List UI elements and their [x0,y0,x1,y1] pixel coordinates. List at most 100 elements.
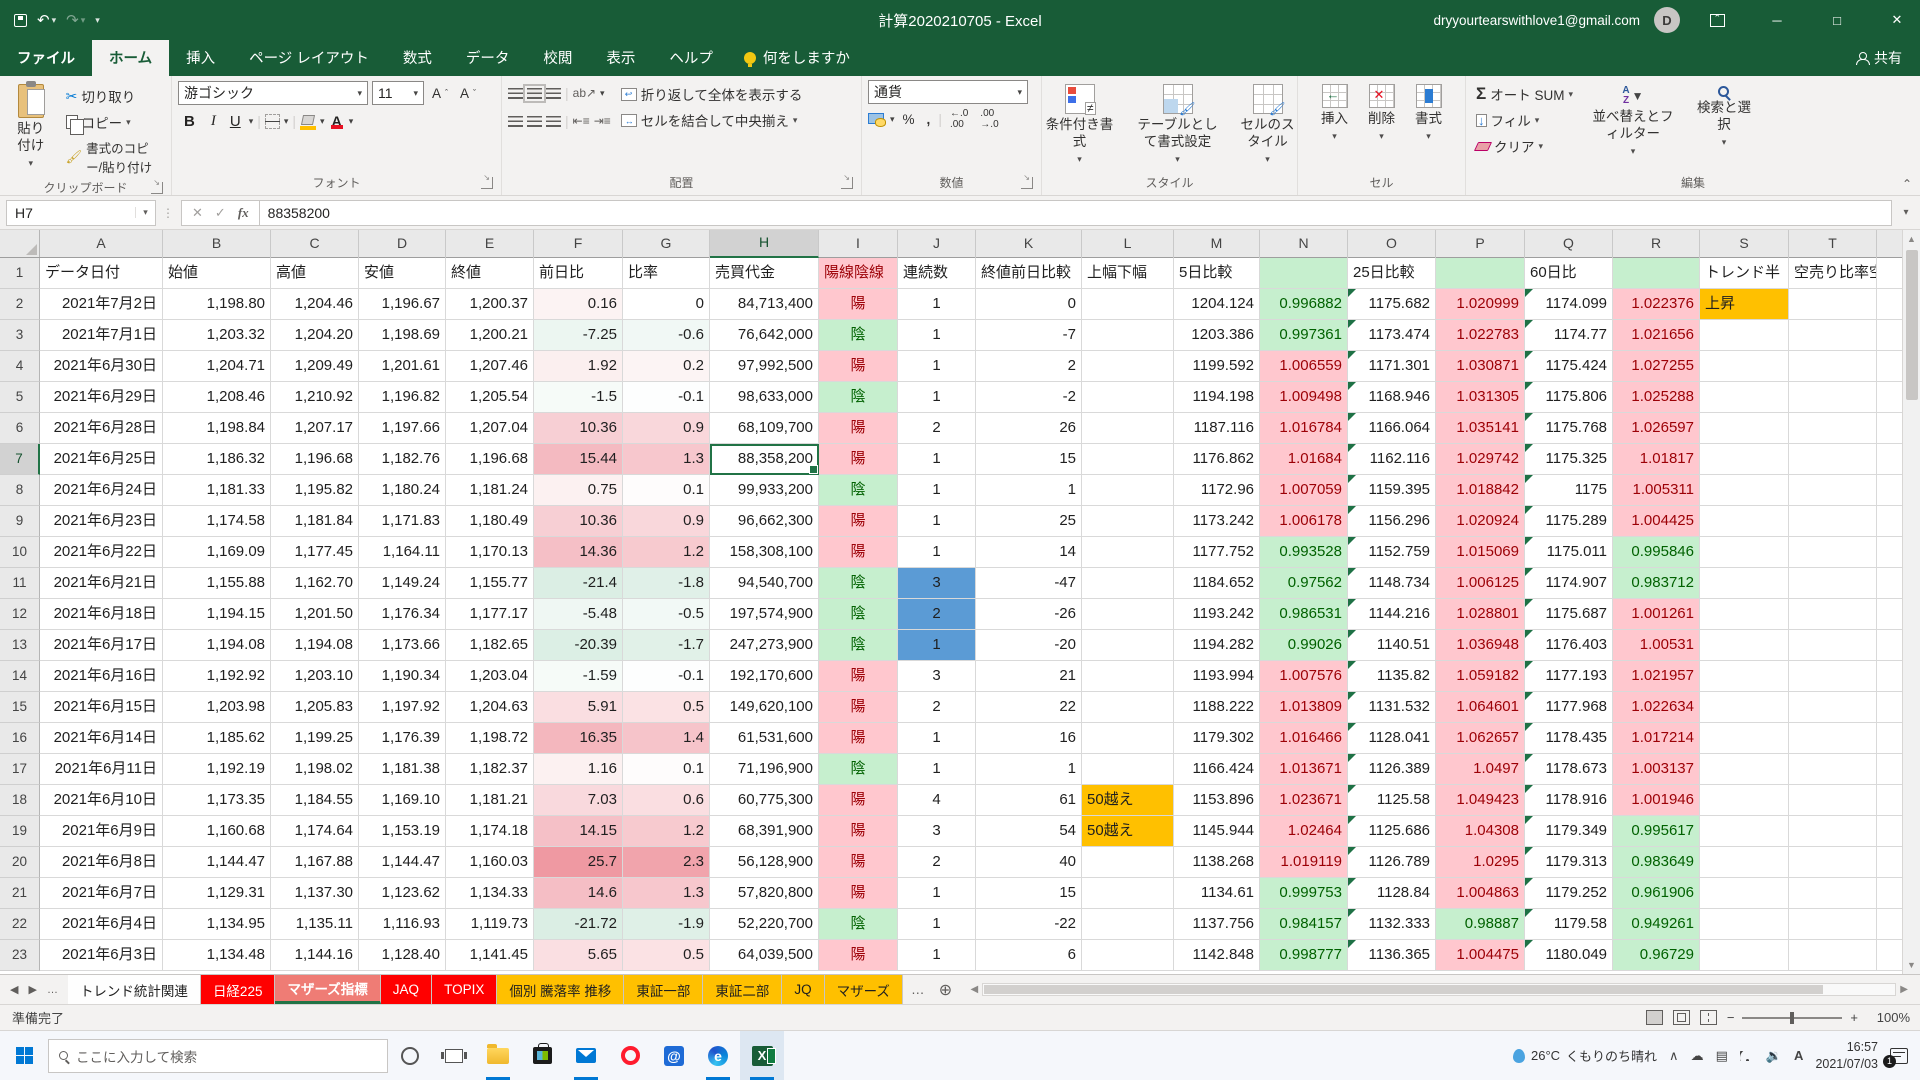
cell-P12[interactable]: 1.028801 [1436,599,1525,630]
cell-C21[interactable]: 1,137.30 [271,878,359,909]
cell-I11[interactable]: 陰 [819,568,898,599]
cell-E6[interactable]: 1,207.04 [446,413,534,444]
device-icon[interactable]: ▤ [1716,1048,1728,1064]
cell-N1[interactable] [1260,258,1348,289]
start-button[interactable] [0,1031,48,1080]
cell-R4[interactable]: 1.027255 [1613,351,1700,382]
percent-button[interactable]: % [899,110,919,129]
cell-I14[interactable]: 陽 [819,661,898,692]
cell-T2[interactable] [1789,289,1877,320]
cell-P19[interactable]: 1.04308 [1436,816,1525,847]
cell-S1[interactable]: トレンド半 [1700,258,1789,289]
cell-J9[interactable]: 1 [898,506,976,537]
cell-A14[interactable]: 2021年6月16日 [40,661,163,692]
cell-M21[interactable]: 1134.61 [1174,878,1260,909]
cell-N20[interactable]: 1.019119 [1260,847,1348,878]
cell-E12[interactable]: 1,177.17 [446,599,534,630]
cell-K22[interactable]: -22 [976,909,1082,940]
cell-H20[interactable]: 56,128,900 [710,847,819,878]
cell-Q5[interactable]: 1175.806 [1525,382,1613,413]
cell-T20[interactable] [1789,847,1877,878]
cell-M16[interactable]: 1179.302 [1174,723,1260,754]
cell-C10[interactable]: 1,177.45 [271,537,359,568]
row-number-12[interactable]: 12 [0,599,40,630]
cell-I8[interactable]: 陰 [819,475,898,506]
select-all-corner[interactable] [0,230,40,257]
cell-M17[interactable]: 1166.424 [1174,754,1260,785]
cell-G7[interactable]: 1.3 [623,444,710,475]
cell-P22[interactable]: 0.98887 [1436,909,1525,940]
cell-J7[interactable]: 1 [898,444,976,475]
cell-S16[interactable] [1700,723,1789,754]
cell-B17[interactable]: 1,192.19 [163,754,271,785]
cell-E11[interactable]: 1,155.77 [446,568,534,599]
cell-H3[interactable]: 76,642,000 [710,320,819,351]
cell-P15[interactable]: 1.064601 [1436,692,1525,723]
cell-R21[interactable]: 0.961906 [1613,878,1700,909]
sheet-tab-TOPIX[interactable]: TOPIX [432,975,497,1004]
undo-button[interactable]: ↶▾ [37,11,56,29]
cell-E16[interactable]: 1,198.72 [446,723,534,754]
ribbon-display-options-button[interactable] [1694,0,1740,40]
cell-D17[interactable]: 1,181.38 [359,754,446,785]
cell-N17[interactable]: 1.013671 [1260,754,1348,785]
cell-Q18[interactable]: 1178.916 [1525,785,1613,816]
cell-I7[interactable]: 陽 [819,444,898,475]
cell-C1[interactable]: 高値 [271,258,359,289]
cell-J23[interactable]: 1 [898,940,976,971]
cell-L1[interactable]: 上幅下幅 [1082,258,1174,289]
cell-F14[interactable]: -1.59 [534,661,623,692]
cell-Q14[interactable]: 1177.193 [1525,661,1613,692]
cell-A12[interactable]: 2021年6月18日 [40,599,163,630]
cell-Q23[interactable]: 1180.049 [1525,940,1613,971]
column-header-B[interactable]: B [163,230,271,258]
number-format-select[interactable]: 通貨▾ [868,80,1028,104]
cell-D13[interactable]: 1,173.66 [359,630,446,661]
cell-N23[interactable]: 0.998777 [1260,940,1348,971]
cell-Q21[interactable]: 1179.252 [1525,878,1613,909]
column-header-E[interactable]: E [446,230,534,258]
cell-styles-button[interactable]: 🖌 セルのスタイル▾ [1233,80,1303,169]
cell-T8[interactable] [1789,475,1877,506]
cell-O6[interactable]: 1166.064 [1348,413,1436,444]
row-number-5[interactable]: 5 [0,382,40,413]
cell-P1[interactable] [1436,258,1525,289]
cell-E3[interactable]: 1,200.21 [446,320,534,351]
cell-B22[interactable]: 1,134.95 [163,909,271,940]
insert-cells-button[interactable]: ← 挿入▾ [1314,80,1355,146]
cell-J21[interactable]: 1 [898,878,976,909]
cell-K4[interactable]: 2 [976,351,1082,382]
cell-F18[interactable]: 7.03 [534,785,623,816]
task-view-button[interactable] [432,1031,476,1080]
cell-M8[interactable]: 1172.96 [1174,475,1260,506]
cell-I23[interactable]: 陽 [819,940,898,971]
cell-S10[interactable] [1700,537,1789,568]
cell-R15[interactable]: 1.022634 [1613,692,1700,723]
cell-R13[interactable]: 1.00531 [1613,630,1700,661]
cell-O11[interactable]: 1148.734 [1348,568,1436,599]
cell-A10[interactable]: 2021年6月22日 [40,537,163,568]
cell-S8[interactable] [1700,475,1789,506]
row-number-11[interactable]: 11 [0,568,40,599]
cell-F2[interactable]: 0.16 [534,289,623,320]
cell-H9[interactable]: 96,662,300 [710,506,819,537]
cell-G9[interactable]: 0.9 [623,506,710,537]
cell-G5[interactable]: -0.1 [623,382,710,413]
cell-N13[interactable]: 0.99026 [1260,630,1348,661]
save-button[interactable] [14,14,27,27]
hidden-icons-chevron[interactable]: ∧ [1669,1048,1679,1064]
share-button[interactable]: 共有 [1838,40,1920,76]
row-number-13[interactable]: 13 [0,630,40,661]
zoom-out-button[interactable]: − [1727,1010,1735,1025]
cell-I5[interactable]: 陰 [819,382,898,413]
cell-N12[interactable]: 0.986531 [1260,599,1348,630]
format-cells-button[interactable]: 書式▾ [1408,80,1449,146]
zoom-in-button[interactable]: + [1850,1010,1858,1025]
maximize-button[interactable]: □ [1814,0,1860,40]
cell-E23[interactable]: 1,141.45 [446,940,534,971]
cell-G23[interactable]: 0.5 [623,940,710,971]
cell-S7[interactable] [1700,444,1789,475]
cell-P5[interactable]: 1.031305 [1436,382,1525,413]
cell-F20[interactable]: 25.7 [534,847,623,878]
cell-D14[interactable]: 1,190.34 [359,661,446,692]
